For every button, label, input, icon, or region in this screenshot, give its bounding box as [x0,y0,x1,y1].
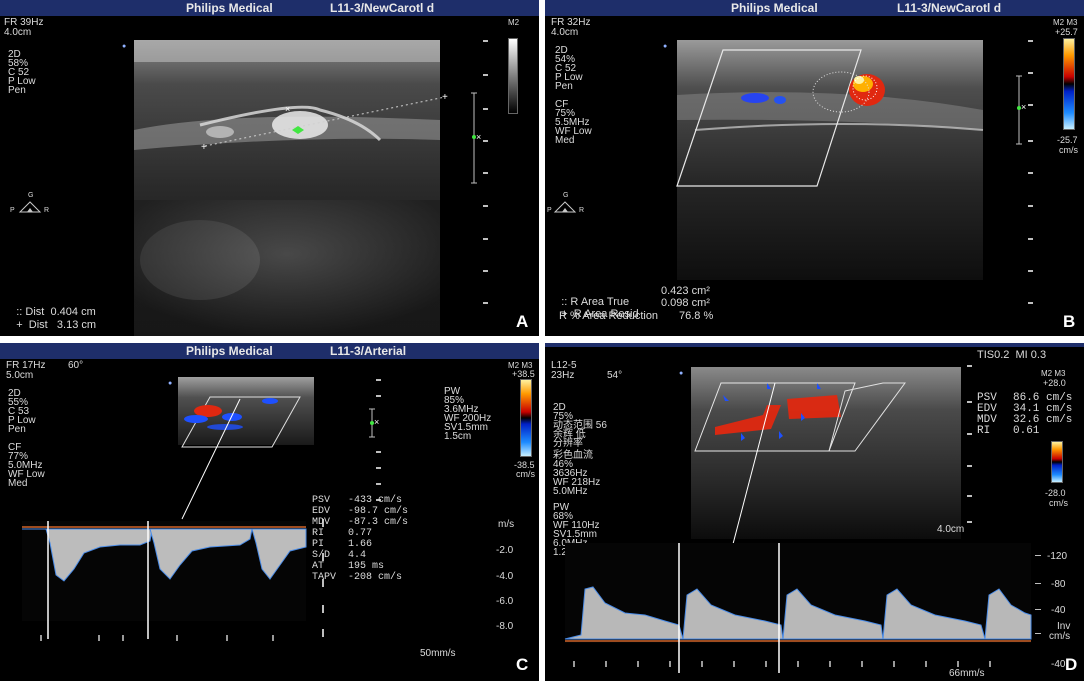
measure-value: 0.098 cm² [661,297,710,309]
measure-value: -208 cm/s [348,572,403,583]
measure-label: Dist [28,319,48,331]
measurement-row: AT 195 ms [312,561,512,572]
svg-text:+: + [201,142,207,153]
measure-label: S/D [312,550,331,561]
measure-value: -433 cm/s [348,495,403,506]
svg-text:×: × [285,104,290,114]
measure-value: 0.423 cm² [661,285,710,297]
orient-top: G [28,192,34,199]
measure-symbol: + [16,319,23,331]
panel-c: Philips Medical L11-3/Arterial FR 17Hz 6… [0,343,539,681]
measure-value: 0.77 [348,528,373,539]
measurement-row: S/D 4.4 [312,550,512,561]
measure-label: AT [312,561,325,572]
logo-p-icon: ● [122,43,127,50]
orient-right: R [579,207,585,214]
measurement-row: RI 0.77 [312,528,512,539]
measure-label: R % Area Reduction [559,310,659,322]
panel-b: Philips Medical L11-3/NewCarotl d FR 32H… [545,0,1084,336]
measure-label: EDV [312,506,331,517]
svg-text:×: × [476,132,481,142]
velocity-axis-label: -8.0 [496,621,514,632]
panel-a: Philips Medical L11-3/NewCarotl d FR 39H… [0,0,539,336]
orient-left: P [10,207,15,214]
velocity-axis-label: -4.0 [496,571,514,582]
velocity-axis-label: -40 [1051,659,1066,670]
measure-label: PI [312,539,325,550]
measurement-row: EDV -98.7 cm/s [312,506,512,517]
measurement-row: MDV -87.3 cm/s [312,517,512,528]
measure-label: RI [312,528,325,539]
orient-top: G [563,192,569,199]
measurement-row: + Dist 3.13 cm [4,309,96,336]
velocity-axis-label: -6.0 [496,596,514,607]
logo-p-icon: ● [663,43,668,50]
measure-value: 195 ms [348,561,385,572]
velocity-axis-label: -40 [1051,605,1066,616]
svg-text:×: × [374,417,379,427]
orient-left: P [547,207,552,214]
velocity-axis-label: -80 [1051,579,1066,590]
measure-label: MDV [312,517,331,528]
measure-value: 76.8 % [679,310,714,322]
measure-value: 4.4 [348,550,367,561]
measurement-row: PSV -433 cm/s [312,495,512,506]
measure-value: -98.7 cm/s [348,506,409,517]
scan-field [677,40,983,280]
panel-letter: C [516,655,529,674]
measure-label: PSV [312,495,331,506]
duplex-image [564,365,1041,673]
velocity-axis-label: cm/s [1049,631,1071,642]
velocity-axis-label: -120 [1047,551,1068,562]
orient-right: R [44,207,50,214]
panel-letter: B [1063,312,1076,331]
velocity-axis-label: -2.0 [496,545,514,556]
measure-label: TAPV [312,572,337,583]
measurement-row: PI 1.66 [312,539,512,550]
plaque [272,111,328,139]
panel-letter: A [516,312,529,331]
sweep-speed: 66mm/s [949,668,985,679]
svg-text:×: × [1021,102,1026,112]
scan-field [691,367,961,539]
velocity-axis-label: m/s [498,519,515,530]
measurement-row: TAPV -208 cm/s [312,572,512,583]
measure-value: 3.13 cm [56,319,97,331]
bmode-image: + + × × [18,40,488,336]
panel-d: L12-5 23Hz 54° TIS0.2 MI 0.3 M2 M3 +28.0… [545,343,1084,681]
sweep-speed: 50mm/s [420,648,456,659]
logo-p-icon: ● [168,380,173,387]
logo-p-icon: ● [679,370,684,377]
measure-value: -87.3 cm/s [348,517,409,528]
svg-text:+: + [442,92,448,103]
panel-letter: D [1065,655,1078,674]
measure-value: 1.66 [348,539,373,550]
depth-label: 4.0cm [937,524,965,535]
